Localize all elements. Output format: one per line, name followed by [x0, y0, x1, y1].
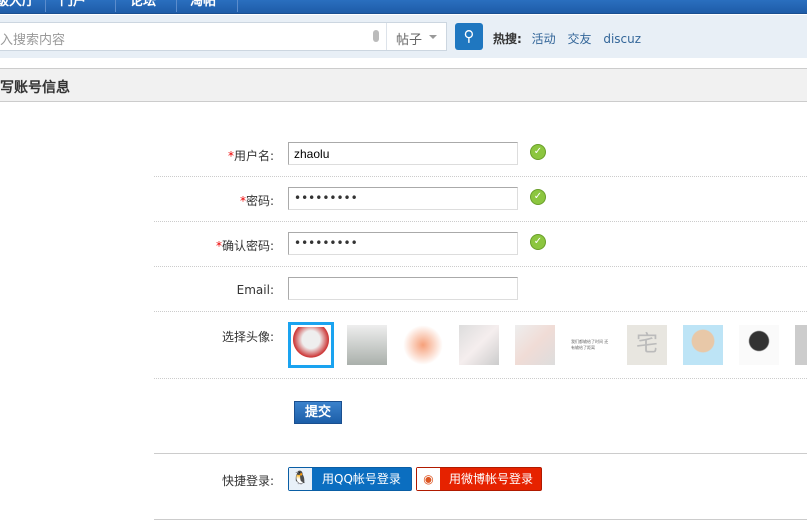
hot-link[interactable]: 活动: [532, 32, 556, 46]
username-label: *用户名:: [227, 149, 274, 163]
section-header: 填写账号信息: [0, 68, 807, 102]
avatar-option[interactable]: [347, 325, 387, 365]
avatar-option[interactable]: 宅: [627, 325, 667, 365]
avatar-option[interactable]: 我们都输给了时间 还有输给了距离: [571, 325, 611, 365]
top-nav: 级大厅 门户 论坛 淘帖: [0, 0, 807, 14]
check-icon: ✓: [530, 144, 546, 160]
avatar-option[interactable]: [515, 325, 555, 365]
nav-divider: [115, 0, 116, 12]
avatar-option[interactable]: [683, 325, 723, 365]
avatar-option-selected[interactable]: [288, 322, 334, 368]
confirm-password-input[interactable]: •••••••••: [288, 232, 518, 255]
avatar-option[interactable]: [403, 325, 443, 365]
search-bar: 输入搜索内容 帖子 ⚲ 热搜: 活动 交友 discuz: [0, 15, 807, 58]
hot-search: 热搜: 活动 交友 discuz: [493, 30, 649, 47]
nav-item-portal[interactable]: 门户: [60, 0, 86, 10]
search-button[interactable]: ⚲: [455, 23, 483, 50]
hot-link[interactable]: discuz: [603, 32, 641, 46]
quick-login-label: 快捷登录:: [221, 474, 274, 488]
weibo-login-button[interactable]: ◉ 用微博帐号登录: [416, 467, 542, 491]
avatar-label: 选择头像:: [221, 330, 274, 344]
search-scope-select[interactable]: 帖子: [386, 23, 446, 50]
nav-divider: [45, 0, 46, 12]
check-icon: ✓: [530, 234, 546, 250]
qq-penguin-icon: 🐧: [289, 468, 312, 490]
page-title: 填写账号信息: [0, 80, 70, 96]
chevron-down-icon: [429, 35, 437, 43]
hot-label: 热搜:: [493, 32, 522, 46]
password-label: *密码:: [239, 194, 274, 208]
email-label: Email:: [236, 283, 274, 297]
search-input[interactable]: 输入搜索内容 帖子: [0, 22, 447, 51]
qq-login-button[interactable]: 🐧 用QQ帐号登录: [288, 467, 412, 491]
nav-item-forum[interactable]: 论坛: [130, 0, 156, 10]
microphone-icon[interactable]: [373, 30, 379, 42]
nav-divider: [237, 0, 238, 12]
hot-link[interactable]: 交友: [567, 32, 591, 46]
weibo-icon: ◉: [417, 468, 440, 490]
weibo-login-label: 用微博帐号登录: [449, 472, 534, 486]
search-placeholder: 输入搜索内容: [0, 33, 66, 48]
password-input[interactable]: •••••••••: [288, 187, 518, 210]
check-icon: ✓: [530, 189, 546, 205]
nav-divider: [176, 0, 177, 12]
username-input[interactable]: [288, 142, 518, 165]
confirm-password-label: *确认密码:: [215, 239, 274, 253]
avatar-option[interactable]: [739, 325, 779, 365]
submit-button[interactable]: 提交: [294, 401, 342, 424]
nav-item-collection[interactable]: 淘帖: [190, 0, 216, 10]
avatar-option[interactable]: [795, 325, 807, 365]
email-input[interactable]: [288, 277, 518, 300]
nav-item[interactable]: 级大厅: [0, 0, 35, 10]
scope-value: 帖子: [396, 33, 423, 48]
qq-login-label: 用QQ帐号登录: [322, 472, 401, 486]
avatar-option[interactable]: [459, 325, 499, 365]
search-icon: ⚲: [463, 27, 475, 45]
